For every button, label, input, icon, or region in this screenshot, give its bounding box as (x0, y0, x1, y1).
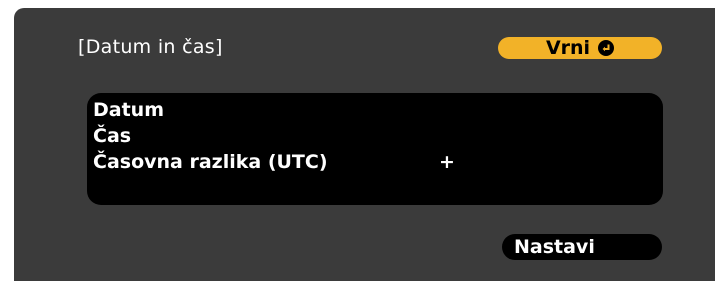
back-button-label: Vrni (545, 37, 591, 59)
setting-label: Čas (93, 125, 132, 147)
set-button[interactable]: Nastavi (502, 234, 662, 260)
back-button[interactable]: Vrni (498, 37, 662, 59)
setting-value: + (439, 151, 455, 173)
setting-row-date[interactable]: Datum (93, 97, 164, 123)
enter-icon (598, 40, 615, 56)
setting-label: Časovna razlika (UTC) (93, 151, 328, 173)
setting-row-utc-offset[interactable]: Časovna razlika (UTC) + (93, 149, 455, 175)
setting-row-time[interactable]: Čas (93, 123, 131, 149)
date-time-dialog: [Datum in čas] Vrni Datum Čas Časovna ra… (14, 8, 715, 281)
settings-list: Datum Čas Časovna razlika (UTC) + (87, 93, 663, 205)
setting-label: Datum (93, 99, 164, 121)
dialog-title: [Datum in čas] (78, 36, 223, 58)
